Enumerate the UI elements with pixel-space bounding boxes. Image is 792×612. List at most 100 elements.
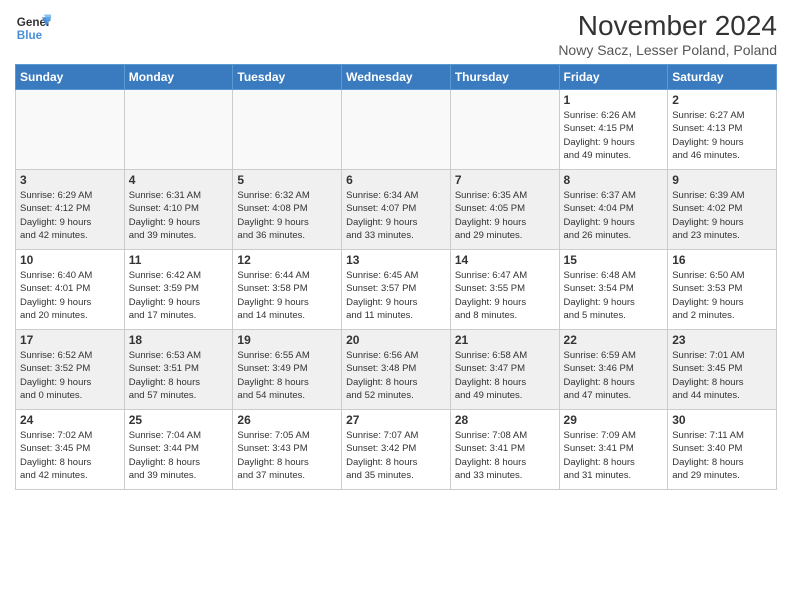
calendar-cell: 23 Sunrise: 7:01 AM Sunset: 3:45 PM Dayli… <box>668 330 777 410</box>
day-number: 15 <box>564 253 664 267</box>
day-info: Sunrise: 7:02 AM Sunset: 3:45 PM Dayligh… <box>20 429 120 482</box>
calendar-cell: 13 Sunrise: 6:45 AM Sunset: 3:57 PM Dayli… <box>342 250 451 330</box>
calendar-cell: 27 Sunrise: 7:07 AM Sunset: 3:42 PM Dayli… <box>342 410 451 490</box>
header-row: SundayMondayTuesdayWednesdayThursdayFrid… <box>16 65 777 90</box>
day-number: 10 <box>20 253 120 267</box>
day-info: Sunrise: 7:07 AM Sunset: 3:42 PM Dayligh… <box>346 429 446 482</box>
calendar-cell: 16Sunrise: 6:50 AM Sunset: 3:53 PM Dayli… <box>668 250 777 330</box>
calendar-cell: 25 Sunrise: 7:04 AM Sunset: 3:44 PM Dayli… <box>124 410 233 490</box>
calendar-cell: 22 Sunrise: 6:59 AM Sunset: 3:46 PM Dayli… <box>559 330 668 410</box>
page-header: General Blue November 2024 Nowy Sacz, Le… <box>15 10 777 58</box>
day-info: Sunrise: 6:44 AM Sunset: 3:58 PM Dayligh… <box>237 269 337 322</box>
day-number: 13 <box>346 253 446 267</box>
col-header-thursday: Thursday <box>450 65 559 90</box>
day-number: 28 <box>455 413 555 427</box>
col-header-wednesday: Wednesday <box>342 65 451 90</box>
day-number: 30 <box>672 413 772 427</box>
col-header-saturday: Saturday <box>668 65 777 90</box>
day-info: Sunrise: 7:11 AM Sunset: 3:40 PM Dayligh… <box>672 429 772 482</box>
day-info: Sunrise: 6:26 AM Sunset: 4:15 PM Dayligh… <box>564 109 664 162</box>
day-info: Sunrise: 7:09 AM Sunset: 3:41 PM Dayligh… <box>564 429 664 482</box>
day-number: 14 <box>455 253 555 267</box>
calendar-cell: 2Sunrise: 6:27 AM Sunset: 4:13 PM Daylig… <box>668 90 777 170</box>
day-info: Sunrise: 6:42 AM Sunset: 3:59 PM Dayligh… <box>129 269 229 322</box>
day-number: 7 <box>455 173 555 187</box>
calendar-cell: 11 Sunrise: 6:42 AM Sunset: 3:59 PM Dayli… <box>124 250 233 330</box>
day-info: Sunrise: 6:40 AM Sunset: 4:01 PM Dayligh… <box>20 269 120 322</box>
week-row-2: 3 Sunrise: 6:29 AM Sunset: 4:12 PM Daylig… <box>16 170 777 250</box>
calendar-cell: 6 Sunrise: 6:34 AM Sunset: 4:07 PM Daylig… <box>342 170 451 250</box>
day-number: 1 <box>564 93 664 107</box>
calendar-cell: 8 Sunrise: 6:37 AM Sunset: 4:04 PM Daylig… <box>559 170 668 250</box>
day-number: 18 <box>129 333 229 347</box>
day-info: Sunrise: 6:32 AM Sunset: 4:08 PM Dayligh… <box>237 189 337 242</box>
calendar-cell: 15Sunrise: 6:48 AM Sunset: 3:54 PM Dayli… <box>559 250 668 330</box>
day-number: 8 <box>564 173 664 187</box>
day-number: 24 <box>20 413 120 427</box>
subtitle: Nowy Sacz, Lesser Poland, Poland <box>558 42 777 58</box>
day-number: 23 <box>672 333 772 347</box>
calendar-cell <box>233 90 342 170</box>
day-info: Sunrise: 6:35 AM Sunset: 4:05 PM Dayligh… <box>455 189 555 242</box>
calendar-cell: 30 Sunrise: 7:11 AM Sunset: 3:40 PM Dayli… <box>668 410 777 490</box>
day-info: Sunrise: 6:34 AM Sunset: 4:07 PM Dayligh… <box>346 189 446 242</box>
calendar-cell: 20Sunrise: 6:56 AM Sunset: 3:48 PM Dayli… <box>342 330 451 410</box>
day-number: 11 <box>129 253 229 267</box>
day-info: Sunrise: 6:31 AM Sunset: 4:10 PM Dayligh… <box>129 189 229 242</box>
day-info: Sunrise: 6:58 AM Sunset: 3:47 PM Dayligh… <box>455 349 555 402</box>
calendar-cell: 24 Sunrise: 7:02 AM Sunset: 3:45 PM Dayli… <box>16 410 125 490</box>
calendar-cell: 5 Sunrise: 6:32 AM Sunset: 4:08 PM Daylig… <box>233 170 342 250</box>
day-number: 4 <box>129 173 229 187</box>
calendar-cell: 29Sunrise: 7:09 AM Sunset: 3:41 PM Dayli… <box>559 410 668 490</box>
day-info: Sunrise: 6:56 AM Sunset: 3:48 PM Dayligh… <box>346 349 446 402</box>
day-info: Sunrise: 6:39 AM Sunset: 4:02 PM Dayligh… <box>672 189 772 242</box>
calendar-cell: 14 Sunrise: 6:47 AM Sunset: 3:55 PM Dayli… <box>450 250 559 330</box>
col-header-friday: Friday <box>559 65 668 90</box>
calendar-cell: 12 Sunrise: 6:44 AM Sunset: 3:58 PM Dayli… <box>233 250 342 330</box>
calendar-cell: 19 Sunrise: 6:55 AM Sunset: 3:49 PM Dayli… <box>233 330 342 410</box>
week-row-5: 24 Sunrise: 7:02 AM Sunset: 3:45 PM Dayli… <box>16 410 777 490</box>
calendar-cell: 1 Sunrise: 6:26 AM Sunset: 4:15 PM Daylig… <box>559 90 668 170</box>
day-number: 17 <box>20 333 120 347</box>
day-number: 6 <box>346 173 446 187</box>
day-number: 25 <box>129 413 229 427</box>
day-info: Sunrise: 6:53 AM Sunset: 3:51 PM Dayligh… <box>129 349 229 402</box>
day-info: Sunrise: 7:04 AM Sunset: 3:44 PM Dayligh… <box>129 429 229 482</box>
calendar-cell: 26 Sunrise: 7:05 AM Sunset: 3:43 PM Dayli… <box>233 410 342 490</box>
day-number: 19 <box>237 333 337 347</box>
day-info: Sunrise: 6:52 AM Sunset: 3:52 PM Dayligh… <box>20 349 120 402</box>
day-info: Sunrise: 6:27 AM Sunset: 4:13 PM Dayligh… <box>672 109 772 162</box>
calendar-cell: 28Sunrise: 7:08 AM Sunset: 3:41 PM Dayli… <box>450 410 559 490</box>
day-info: Sunrise: 6:37 AM Sunset: 4:04 PM Dayligh… <box>564 189 664 242</box>
calendar-cell: 21 Sunrise: 6:58 AM Sunset: 3:47 PM Dayli… <box>450 330 559 410</box>
day-number: 12 <box>237 253 337 267</box>
day-number: 22 <box>564 333 664 347</box>
day-info: Sunrise: 6:50 AM Sunset: 3:53 PM Dayligh… <box>672 269 772 322</box>
day-info: Sunrise: 6:29 AM Sunset: 4:12 PM Dayligh… <box>20 189 120 242</box>
calendar-cell: 7 Sunrise: 6:35 AM Sunset: 4:05 PM Daylig… <box>450 170 559 250</box>
day-info: Sunrise: 6:59 AM Sunset: 3:46 PM Dayligh… <box>564 349 664 402</box>
day-info: Sunrise: 7:01 AM Sunset: 3:45 PM Dayligh… <box>672 349 772 402</box>
main-title: November 2024 <box>558 10 777 42</box>
day-number: 5 <box>237 173 337 187</box>
calendar-cell: 4 Sunrise: 6:31 AM Sunset: 4:10 PM Daylig… <box>124 170 233 250</box>
title-block: November 2024 Nowy Sacz, Lesser Poland, … <box>558 10 777 58</box>
day-info: Sunrise: 7:05 AM Sunset: 3:43 PM Dayligh… <box>237 429 337 482</box>
day-number: 27 <box>346 413 446 427</box>
col-header-tuesday: Tuesday <box>233 65 342 90</box>
week-row-3: 10 Sunrise: 6:40 AM Sunset: 4:01 PM Dayli… <box>16 250 777 330</box>
col-header-monday: Monday <box>124 65 233 90</box>
logo-icon: General Blue <box>15 10 51 46</box>
calendar-cell: 17 Sunrise: 6:52 AM Sunset: 3:52 PM Dayli… <box>16 330 125 410</box>
calendar-cell: 3 Sunrise: 6:29 AM Sunset: 4:12 PM Daylig… <box>16 170 125 250</box>
day-number: 21 <box>455 333 555 347</box>
day-info: Sunrise: 6:47 AM Sunset: 3:55 PM Dayligh… <box>455 269 555 322</box>
day-info: Sunrise: 6:55 AM Sunset: 3:49 PM Dayligh… <box>237 349 337 402</box>
day-number: 26 <box>237 413 337 427</box>
day-info: Sunrise: 6:45 AM Sunset: 3:57 PM Dayligh… <box>346 269 446 322</box>
day-number: 3 <box>20 173 120 187</box>
calendar-cell <box>16 90 125 170</box>
calendar-table: SundayMondayTuesdayWednesdayThursdayFrid… <box>15 64 777 490</box>
calendar-page: General Blue November 2024 Nowy Sacz, Le… <box>0 0 792 612</box>
calendar-cell <box>450 90 559 170</box>
